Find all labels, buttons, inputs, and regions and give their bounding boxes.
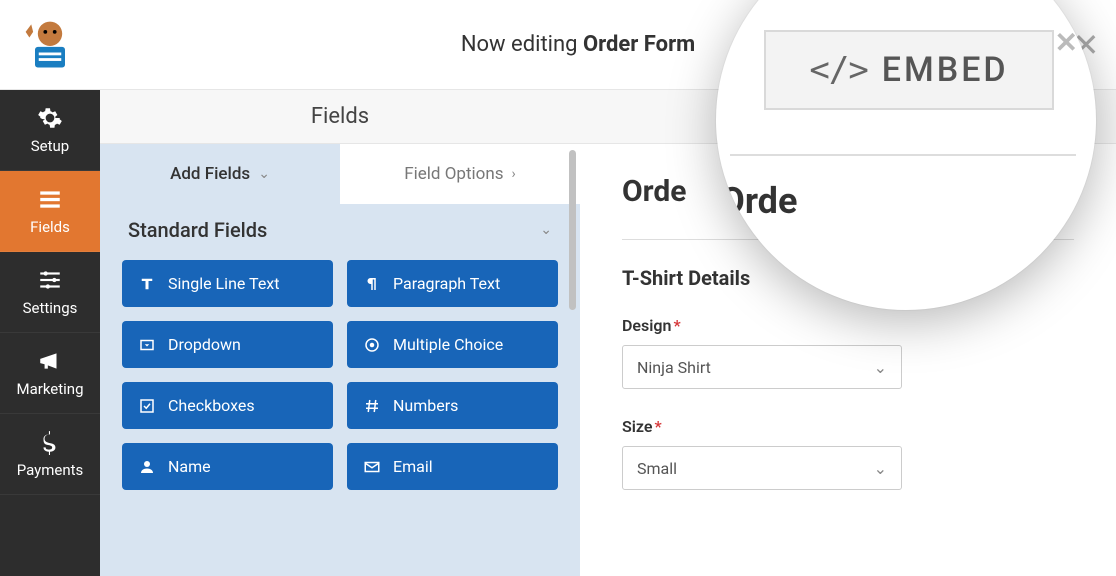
check-icon (138, 397, 156, 415)
field-numbers[interactable]: Numbers (347, 382, 558, 429)
section-standard-fields[interactable]: Standard Fields ⌄ (100, 204, 580, 260)
required-indicator: * (655, 417, 662, 436)
label-size: Size* (622, 417, 1074, 436)
editing-form-name: Order Form (583, 32, 695, 57)
app-logo (0, 0, 100, 89)
embed-label: EMBED (882, 50, 1009, 90)
scrollbar[interactable] (569, 150, 576, 310)
field-label: Name (168, 457, 211, 476)
field-single-line-text[interactable]: Single Line Text (122, 260, 333, 307)
field-panel-wrap: Add Fields ⌄ Field Options › Standard Fi… (100, 144, 580, 576)
field-label: Email (393, 457, 433, 476)
sidebar-nav: Setup Fields Settings Marketing Payments (0, 90, 100, 576)
sidebar-item-label: Marketing (16, 380, 83, 398)
lens-form-title: Orde (720, 180, 797, 222)
chevron-down-icon: ⌄ (258, 166, 270, 182)
label-design: Design* (622, 316, 1074, 335)
field-label: Single Line Text (168, 274, 279, 293)
list-icon (37, 186, 63, 212)
chevron-down-icon: ⌄ (874, 358, 887, 377)
field-grid: Single Line Text Paragraph Text Dropdown… (100, 260, 580, 512)
tab-label: Add Fields (170, 164, 250, 184)
sidebar-item-label: Settings (23, 299, 78, 317)
tab-add-fields[interactable]: Add Fields ⌄ (100, 144, 340, 204)
fields-column: Fields Add Fields ⌄ Field Options › Stan… (100, 90, 580, 576)
panel-tabs: Add Fields ⌄ Field Options › (100, 144, 580, 204)
field-label: Numbers (393, 396, 458, 415)
user-icon (138, 458, 156, 476)
sidebar-item-label: Setup (31, 137, 69, 155)
sidebar-item-marketing[interactable]: Marketing (0, 333, 100, 414)
sidebar-item-payments[interactable]: Payments (0, 414, 100, 495)
sidebar-item-label: Fields (30, 218, 70, 236)
editing-prefix: Now editing (461, 32, 583, 57)
chevron-down-icon: ⌄ (874, 459, 887, 478)
chevron-right-icon: › (512, 166, 516, 182)
center-header: Fields (100, 90, 580, 144)
close-icon[interactable]: ✕ (1055, 26, 1078, 59)
field-label: Dropdown (168, 335, 241, 354)
code-icon: </> (809, 50, 867, 90)
select-size[interactable]: Small ⌄ (622, 446, 902, 490)
embed-button[interactable]: </> EMBED (764, 30, 1054, 110)
text-icon (138, 275, 156, 293)
gear-icon (37, 105, 63, 131)
sidebar-item-label: Payments (17, 461, 84, 479)
mail-icon (363, 458, 381, 476)
field-panel: Add Fields ⌄ Field Options › Standard Fi… (100, 144, 580, 576)
field-label: Checkboxes (168, 396, 255, 415)
hash-icon (363, 397, 381, 415)
field-email[interactable]: Email (347, 443, 558, 490)
dropdown-icon (138, 336, 156, 354)
magnifier-lens: </> EMBED ✕ Orde (716, 0, 1096, 310)
section-heading: Standard Fields (128, 218, 267, 242)
required-indicator: * (673, 316, 680, 335)
tab-label: Field Options (404, 164, 503, 184)
field-name[interactable]: Name (122, 443, 333, 490)
sidebar-item-setup[interactable]: Setup (0, 90, 100, 171)
field-row-size: Size* Small ⌄ (622, 417, 1074, 490)
field-dropdown[interactable]: Dropdown (122, 321, 333, 368)
dollar-icon (37, 429, 63, 455)
divider (730, 154, 1076, 156)
sidebar-item-settings[interactable]: Settings (0, 252, 100, 333)
tab-field-options[interactable]: Field Options › (340, 144, 580, 204)
select-value: Ninja Shirt (637, 358, 711, 377)
select-design[interactable]: Ninja Shirt ⌄ (622, 345, 902, 389)
select-value: Small (637, 459, 677, 478)
field-label: Multiple Choice (393, 335, 503, 354)
field-paragraph-text[interactable]: Paragraph Text (347, 260, 558, 307)
label-text: Size (622, 417, 653, 436)
sliders-icon (37, 267, 63, 293)
field-checkboxes[interactable]: Checkboxes (122, 382, 333, 429)
field-row-design: Design* Ninja Shirt ⌄ (622, 316, 1074, 389)
label-text: Design (622, 316, 671, 335)
center-header-label: Fields (311, 104, 369, 129)
field-label: Paragraph Text (393, 274, 500, 293)
radio-icon (363, 336, 381, 354)
field-multiple-choice[interactable]: Multiple Choice (347, 321, 558, 368)
sidebar-item-fields[interactable]: Fields (0, 171, 100, 252)
paragraph-icon (363, 275, 381, 293)
megaphone-icon (37, 348, 63, 374)
chevron-down-icon: ⌄ (540, 222, 552, 238)
